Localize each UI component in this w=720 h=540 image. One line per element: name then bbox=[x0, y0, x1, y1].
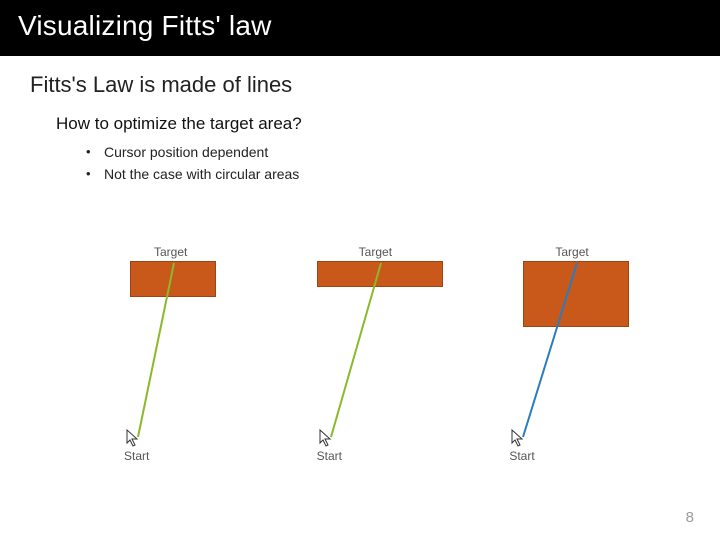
start-label: Start bbox=[124, 449, 149, 463]
figure-panel: Target Start bbox=[120, 245, 307, 475]
bullet-item: Cursor position dependent bbox=[86, 144, 720, 160]
slide: Visualizing Fitts' law Fitts's Law is ma… bbox=[0, 0, 720, 540]
cursor-icon bbox=[126, 429, 140, 447]
subheading: How to optimize the target area? bbox=[56, 114, 720, 134]
subtitle: Fitts's Law is made of lines bbox=[30, 72, 720, 98]
trajectory-line bbox=[307, 245, 497, 455]
title-bar: Visualizing Fitts' law bbox=[0, 0, 720, 56]
bullet-list: Cursor position dependent Not the case w… bbox=[86, 144, 720, 182]
slide-body: Fitts's Law is made of lines How to opti… bbox=[0, 56, 720, 182]
figure-panel: Target Start bbox=[493, 245, 680, 475]
trajectory-line bbox=[493, 245, 683, 455]
page-number: 8 bbox=[686, 509, 694, 526]
cursor-icon bbox=[319, 429, 333, 447]
start-label: Start bbox=[509, 449, 534, 463]
figure-panel: Target Start bbox=[307, 245, 494, 475]
bullet-item: Not the case with circular areas bbox=[86, 166, 720, 182]
cursor-icon bbox=[511, 429, 525, 447]
fitts-figure: Target Start Target S bbox=[120, 245, 680, 475]
trajectory-line bbox=[120, 245, 300, 455]
start-label: Start bbox=[317, 449, 342, 463]
slide-title: Visualizing Fitts' law bbox=[18, 10, 702, 42]
